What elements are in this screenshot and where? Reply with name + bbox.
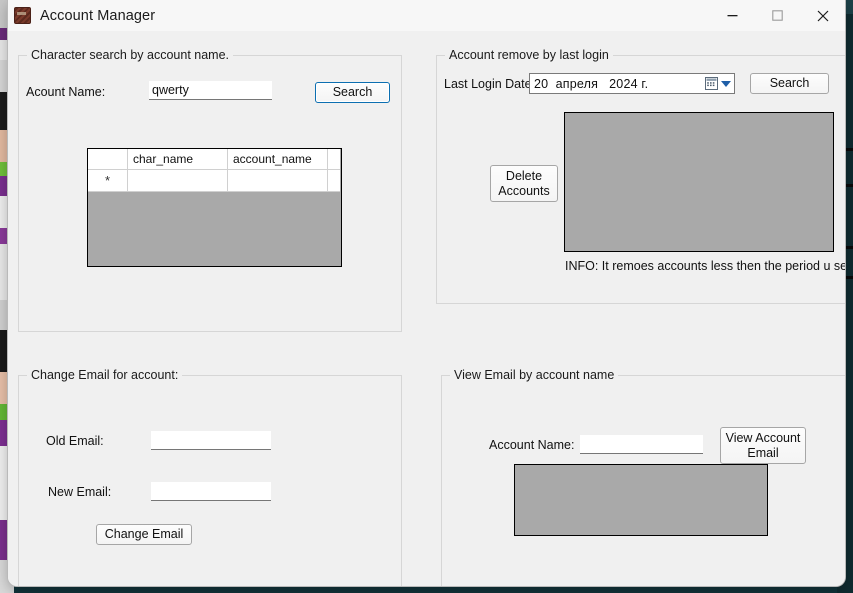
window-controls xyxy=(710,0,845,31)
grid-header-account-name[interactable]: account_name xyxy=(228,149,328,170)
account-manager-window: Account Manager Character search by acco… xyxy=(8,0,845,586)
app-icon xyxy=(14,7,31,24)
grid-cell-char-name[interactable] xyxy=(128,170,228,192)
calendar-icon xyxy=(705,77,718,90)
client-area: Character search by account name. Acount… xyxy=(8,31,845,586)
title-bar[interactable]: Account Manager xyxy=(8,0,845,32)
new-email-input[interactable] xyxy=(151,482,271,501)
account-remove-results-list[interactable] xyxy=(564,112,834,252)
change-email-group: Change Email for account: xyxy=(18,368,402,586)
view-account-email-button[interactable]: View Account Email xyxy=(720,427,806,464)
chevron-down-icon xyxy=(721,80,731,87)
grid-header-filler xyxy=(328,149,340,170)
last-login-date-label: Last Login Date: xyxy=(444,77,536,91)
maximize-icon xyxy=(772,10,783,21)
maximize-button[interactable] xyxy=(755,0,800,31)
change-email-group-title: Change Email for account: xyxy=(27,368,183,382)
view-email-results-list[interactable] xyxy=(514,464,768,536)
character-results-grid[interactable]: char_name account_name * xyxy=(87,148,342,267)
grid-header-rowselector[interactable] xyxy=(88,149,128,170)
grid-row-indicator[interactable]: * xyxy=(88,170,128,192)
table-row[interactable]: * xyxy=(88,170,341,192)
close-icon xyxy=(817,10,828,21)
grid-row-filler xyxy=(328,170,340,192)
minimize-button[interactable] xyxy=(710,0,755,31)
change-email-button[interactable]: Change Email xyxy=(96,524,192,545)
character-search-button[interactable]: Search xyxy=(315,82,390,103)
view-account-name-label: Account Name: xyxy=(489,438,575,452)
account-name-input[interactable] xyxy=(149,81,272,100)
account-remove-search-button[interactable]: Search xyxy=(750,73,829,94)
old-email-input[interactable] xyxy=(151,431,271,450)
new-row-star-icon: * xyxy=(104,173,111,188)
delete-accounts-button[interactable]: Delete Accounts xyxy=(490,165,558,202)
grid-header-char-name[interactable]: char_name xyxy=(128,149,228,170)
view-account-name-input[interactable] xyxy=(580,435,703,454)
account-remove-group-title: Account remove by last login xyxy=(445,48,613,62)
remove-info-text: INFO: It remoes accounts less then the p… xyxy=(565,259,845,273)
grid-empty-area xyxy=(88,192,341,266)
minimize-icon xyxy=(727,15,738,17)
old-email-label: Old Email: xyxy=(46,434,104,448)
last-login-date-value: 20 апреля 2024 г. xyxy=(534,76,649,91)
grid-cell-account-name[interactable] xyxy=(228,170,328,192)
new-email-label: New Email: xyxy=(48,485,112,499)
account-name-label: Acount Name: xyxy=(26,85,106,99)
window-title: Account Manager xyxy=(40,7,156,24)
close-button[interactable] xyxy=(800,0,845,31)
view-email-group-title: View Email by account name xyxy=(450,368,619,382)
last-login-date-picker[interactable]: 20 апреля 2024 г. xyxy=(529,73,735,94)
character-search-group-title: Character search by account name. xyxy=(27,48,234,62)
grid-header-row: char_name account_name xyxy=(88,149,341,170)
date-picker-buttons[interactable] xyxy=(705,77,734,90)
